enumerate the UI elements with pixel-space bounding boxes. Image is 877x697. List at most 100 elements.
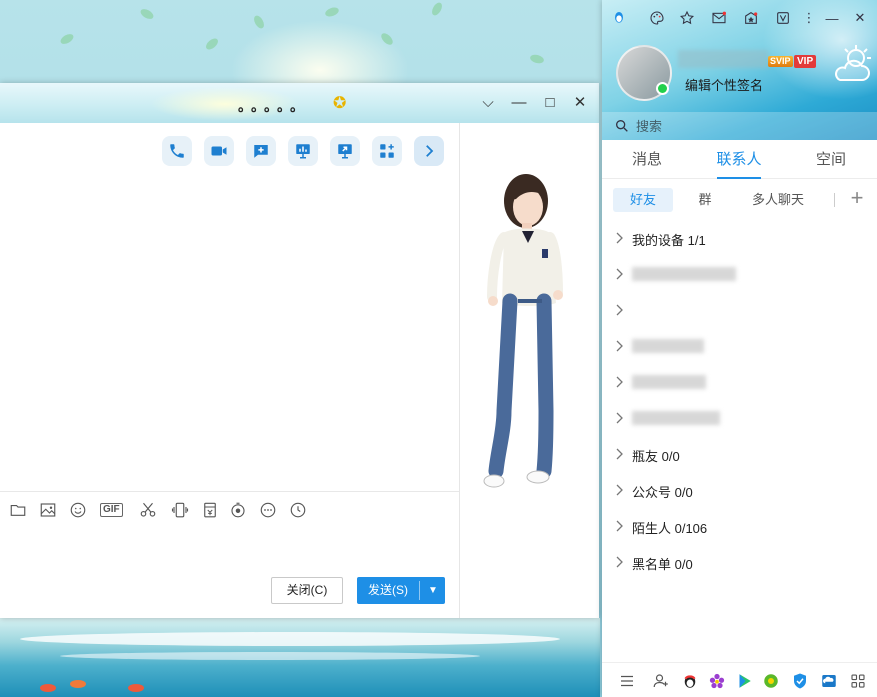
- history-icon: [290, 502, 306, 518]
- leaf-decoration: [529, 53, 545, 65]
- contacts-panel: ⋮ — ✕ SVIP VIP 编辑个性签名 消息 联系人 空间 好友 群 多人聊…: [602, 0, 877, 697]
- chevron-right-icon: [616, 520, 623, 532]
- tab-contacts[interactable]: 联系人: [694, 141, 784, 179]
- gif-icon[interactable]: GIF: [100, 503, 123, 517]
- image-button[interactable]: [38, 500, 58, 520]
- star-icon[interactable]: ✪: [333, 93, 346, 113]
- group-label: 我的设备 1/1: [632, 233, 706, 248]
- menu-dots-icon[interactable]: ⋮: [798, 7, 820, 29]
- weather-icon[interactable]: [830, 44, 872, 86]
- shake-button[interactable]: [170, 500, 190, 520]
- flower-app-icon[interactable]: [706, 670, 728, 692]
- emoji-icon: [70, 502, 86, 518]
- add-icon[interactable]: +: [846, 187, 868, 210]
- fish-decoration: [128, 684, 144, 692]
- signature-edit[interactable]: 编辑个性签名: [685, 75, 763, 94]
- file-button[interactable]: [8, 500, 28, 520]
- emoji-button[interactable]: [68, 500, 88, 520]
- group-row[interactable]: 黑名单 0/0: [602, 544, 877, 580]
- group-row[interactable]: 公众号 0/0: [602, 472, 877, 508]
- chat-contact-name: 。。。。。: [238, 98, 310, 114]
- security-shield-icon[interactable]: [789, 670, 811, 692]
- chevron-right-icon: [616, 556, 623, 568]
- theme-icon[interactable]: [646, 7, 668, 29]
- search-input[interactable]: [636, 116, 856, 136]
- video-app-icon[interactable]: [772, 7, 794, 29]
- group-row[interactable]: [602, 328, 877, 364]
- chat-divider: [459, 123, 460, 618]
- group-row[interactable]: [602, 400, 877, 436]
- collapse-button[interactable]: ⌵: [477, 92, 499, 114]
- add-friend-icon[interactable]: [650, 670, 672, 692]
- main-menu-icon[interactable]: [616, 670, 638, 692]
- blurred-group-name: [632, 267, 736, 281]
- close-icon[interactable]: ✕: [849, 7, 871, 29]
- group-label: 瓶友 0/0: [632, 449, 680, 464]
- present-button[interactable]: [288, 136, 318, 166]
- group-row[interactable]: 陌生人 0/106: [602, 508, 877, 544]
- chat-title-bar[interactable]: 。。。。。 ✪ ⌵ — □ ✕: [0, 83, 599, 123]
- top-icon-bar: ⋮ — ✕: [602, 7, 877, 29]
- history-button[interactable]: [288, 500, 308, 520]
- favorites-star-icon[interactable]: [676, 7, 698, 29]
- blurred-group-name: [632, 339, 704, 353]
- wave-decoration: [20, 632, 560, 646]
- game-center-icon[interactable]: [760, 670, 782, 692]
- chat-window: 。。。。。 ✪ ⌵ — □ ✕ GIF 关闭(C) 发送(S) ▼: [0, 83, 599, 618]
- play-app-icon[interactable]: [733, 670, 755, 692]
- chevron-right-icon: [616, 232, 623, 244]
- leaf-decoration: [58, 32, 76, 46]
- tab-qzone[interactable]: 空间: [786, 141, 876, 179]
- blurred-group-name: [632, 411, 720, 425]
- folder-icon: [10, 504, 26, 516]
- message-history[interactable]: [0, 173, 459, 491]
- group-row[interactable]: 瓶友 0/0: [602, 436, 877, 472]
- online-status-icon[interactable]: [656, 82, 669, 95]
- group-row[interactable]: [602, 364, 877, 400]
- vip-badge[interactable]: VIP: [794, 55, 817, 68]
- red-packet-button[interactable]: [200, 500, 220, 520]
- subtab-multichat[interactable]: 多人聊天: [742, 188, 814, 212]
- chevron-right-icon: [616, 340, 623, 352]
- subtab-friends[interactable]: 好友: [613, 188, 673, 212]
- screenshot-button[interactable]: [138, 500, 158, 520]
- message-input[interactable]: [0, 525, 459, 575]
- record-button[interactable]: [228, 500, 248, 520]
- apps-button[interactable]: [372, 136, 402, 166]
- svip-badge[interactable]: SVIP: [768, 56, 793, 67]
- qq-penguin-icon[interactable]: [608, 7, 630, 29]
- send-button[interactable]: 发送(S) ▼: [357, 577, 445, 604]
- video-icon: [211, 146, 227, 156]
- minimize-icon[interactable]: —: [821, 7, 843, 29]
- subtab-groups[interactable]: 群: [680, 188, 730, 212]
- voice-call-button[interactable]: [162, 136, 192, 166]
- input-divider: [0, 491, 459, 492]
- group-row[interactable]: 我的设备 1/1: [602, 220, 877, 256]
- contact-sub-tabs: 好友 群 多人聊天 +: [602, 186, 877, 214]
- present-icon: [296, 144, 310, 159]
- weiyun-icon[interactable]: [818, 670, 840, 692]
- penguin-game-icon[interactable]: [679, 670, 701, 692]
- tab-messages[interactable]: 消息: [602, 141, 692, 179]
- more-tools-button[interactable]: [414, 136, 444, 166]
- chevron-down-icon[interactable]: ▼: [421, 577, 445, 604]
- profile-header: ⋮ — ✕ SVIP VIP 编辑个性签名: [602, 0, 877, 140]
- chevron-right-icon: [616, 412, 623, 424]
- video-call-button[interactable]: [204, 136, 234, 166]
- group-row[interactable]: [602, 292, 877, 328]
- group-row[interactable]: [602, 256, 877, 292]
- minimize-button[interactable]: —: [508, 92, 530, 114]
- leaf-decoration: [430, 0, 444, 18]
- leaf-decoration: [138, 7, 156, 21]
- mail-icon[interactable]: [708, 7, 730, 29]
- leaf-decoration: [324, 5, 340, 19]
- send-message-button[interactable]: [246, 136, 276, 166]
- close-button[interactable]: 关闭(C): [271, 577, 343, 604]
- close-window-button[interactable]: ✕: [569, 92, 591, 114]
- maximize-button[interactable]: □: [539, 92, 561, 114]
- message-plus-icon: [254, 145, 268, 158]
- more-options-button[interactable]: [258, 500, 278, 520]
- qzone-icon[interactable]: [740, 7, 762, 29]
- app-manager-icon[interactable]: [847, 670, 869, 692]
- screen-share-button[interactable]: [330, 136, 360, 166]
